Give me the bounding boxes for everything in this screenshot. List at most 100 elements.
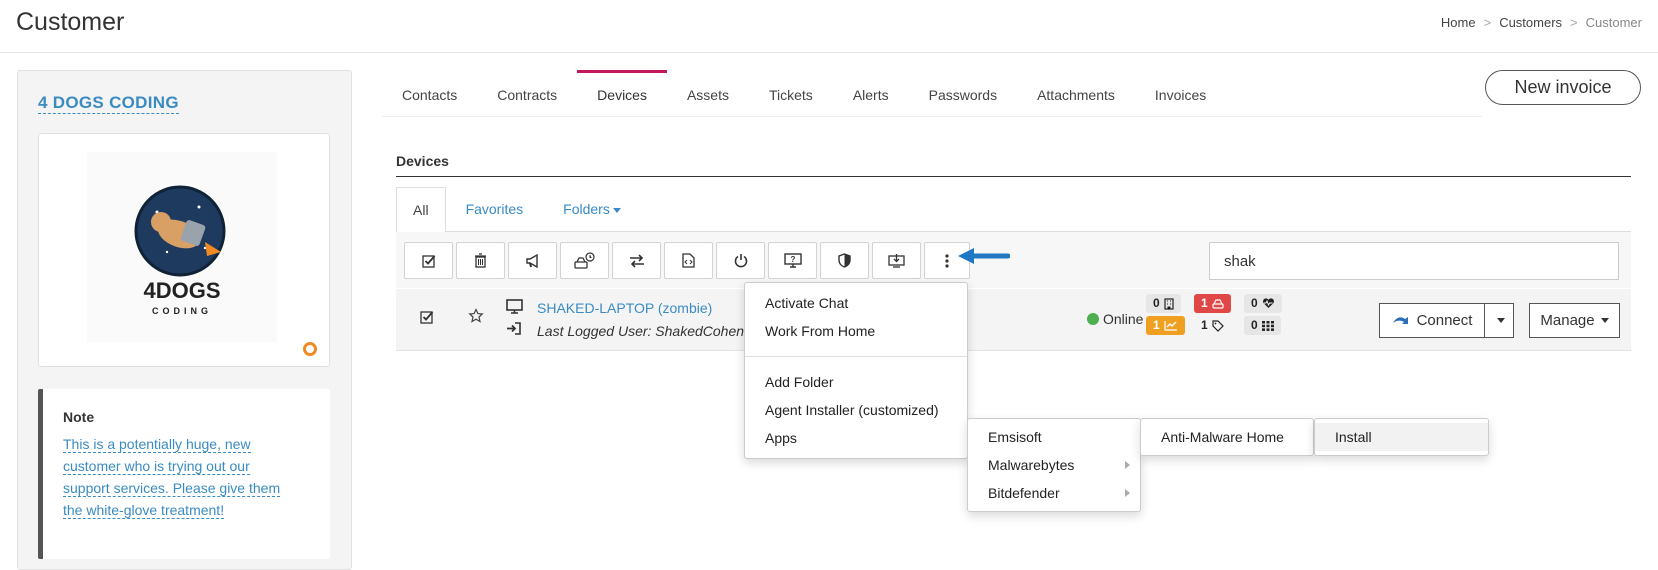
trash-icon: [475, 253, 486, 268]
menu-item-anti-malware-home[interactable]: Anti-Malware Home: [1141, 423, 1313, 451]
tab-invoices[interactable]: Invoices: [1135, 70, 1226, 117]
customer-tabs: Contacts Contracts Devices Assets Ticket…: [382, 70, 1482, 117]
menu-item-malwarebytes[interactable]: Malwarebytes: [968, 451, 1140, 479]
grid-icon: [1261, 320, 1274, 331]
remote-help-button[interactable]: ?: [768, 242, 817, 279]
apps-submenu: Emsisoft Malwarebytes Bitdefender: [967, 418, 1141, 512]
breadcrumb-separator: >: [1570, 15, 1578, 30]
select-all-icon: [421, 254, 435, 268]
install-button[interactable]: [872, 242, 921, 279]
chevron-down-icon: [612, 207, 621, 213]
breadcrumb: Home > Customers > Customer: [1441, 15, 1642, 30]
delete-button[interactable]: [456, 242, 505, 279]
customer-sidebar: 4 DOGS CODING 4DOGS CODING Note This is …: [17, 70, 352, 570]
chevron-down-icon: [1496, 318, 1505, 323]
badge-servers-count: 0: [1153, 296, 1160, 310]
emsisoft-submenu: Anti-Malware Home: [1140, 418, 1314, 456]
subtab-all[interactable]: All: [396, 187, 446, 233]
breadcrumb-customers[interactable]: Customers: [1499, 15, 1562, 30]
security-button[interactable]: [820, 242, 869, 279]
menu-item-bitdefender[interactable]: Bitdefender: [968, 479, 1140, 507]
note-text[interactable]: This is a potentially huge, new customer…: [63, 433, 298, 521]
favorite-star-icon[interactable]: [468, 308, 484, 329]
tab-attachments[interactable]: Attachments: [1017, 70, 1135, 117]
note-card: Note This is a potentially huge, new cus…: [38, 389, 330, 559]
connect-options-dropdown[interactable]: [1485, 303, 1514, 338]
tab-tickets[interactable]: Tickets: [749, 70, 833, 117]
menu-item-add-folder[interactable]: Add Folder: [745, 368, 967, 396]
desktop-icon: [506, 299, 523, 317]
manage-dropdown-button[interactable]: Manage: [1529, 303, 1620, 338]
tag-icon: [1212, 319, 1224, 332]
new-invoice-button[interactable]: New invoice: [1485, 70, 1641, 105]
broadcast-button[interactable]: [508, 242, 557, 279]
script-icon: [682, 253, 695, 268]
heading-divider: [396, 176, 1631, 177]
more-dots-icon: [945, 253, 949, 268]
menu-item-work-from-home[interactable]: Work From Home: [745, 317, 967, 345]
device-status: Online: [1087, 311, 1143, 327]
heartbeat-icon: [1262, 298, 1274, 308]
manage-label: Manage: [1540, 312, 1595, 329]
company-logo-card: 4DOGS CODING: [38, 133, 330, 367]
menu-item-agent-installer[interactable]: Agent Installer (customized): [745, 396, 967, 424]
disk-icon: [1212, 298, 1224, 309]
table-row[interactable]: SHAKED-LAPTOP (zombie) Last Logged User:…: [396, 289, 1631, 351]
subtab-folders[interactable]: Folders: [543, 187, 641, 232]
badge-apps[interactable]: 0: [1244, 316, 1281, 335]
building-icon: [1164, 297, 1174, 310]
breadcrumb-current: Customer: [1585, 15, 1642, 30]
download-install-icon: [888, 254, 905, 268]
remote-help-icon: ?: [783, 253, 802, 268]
chevron-right-icon: [1125, 489, 1130, 497]
online-status-dot: [1087, 313, 1099, 325]
connect-button-group: Connect: [1379, 303, 1514, 338]
power-button[interactable]: [716, 242, 765, 279]
device-search-input[interactable]: [1209, 242, 1619, 280]
badge-health[interactable]: 0: [1244, 294, 1282, 313]
badge-tags[interactable]: 1: [1194, 316, 1231, 335]
badge-performance[interactable]: 1: [1146, 316, 1185, 335]
tab-contacts[interactable]: Contacts: [382, 70, 477, 117]
badge-apps-count: 0: [1251, 318, 1258, 332]
chevron-right-icon: [1125, 461, 1130, 469]
select-all-button[interactable]: [404, 242, 453, 279]
transfer-button[interactable]: [612, 242, 661, 279]
menu-item-activate-chat[interactable]: Activate Chat: [745, 289, 967, 317]
checkbox-checked-icon: [420, 311, 434, 324]
chart-up-icon: [1164, 321, 1177, 331]
tab-assets[interactable]: Assets: [667, 70, 749, 117]
page-title: Customer: [16, 8, 125, 36]
disk-schedule-button[interactable]: [560, 242, 609, 279]
badge-servers[interactable]: 0: [1146, 294, 1181, 313]
subtab-folders-label: Folders: [563, 201, 610, 217]
badge-storage-alerts[interactable]: 1: [1194, 294, 1231, 313]
devices-heading: Devices: [396, 153, 449, 169]
last-logged-user: Last Logged User: ShakedCohen: [537, 323, 745, 339]
tab-contracts[interactable]: Contracts: [477, 70, 577, 117]
toolbar-buttons: ?: [404, 242, 973, 279]
note-text-content[interactable]: This is a potentially huge, new customer…: [63, 436, 281, 519]
logo-subtext: CODING: [152, 306, 212, 316]
row-select-checkbox[interactable]: [420, 310, 434, 327]
company-name[interactable]: 4 DOGS CODING: [38, 93, 179, 114]
menu-item-emsisoft[interactable]: Emsisoft: [968, 423, 1140, 451]
svg-text:?: ?: [790, 255, 795, 264]
menu-item-install[interactable]: Install: [1315, 423, 1488, 451]
connect-label: Connect: [1416, 312, 1473, 329]
tab-alerts[interactable]: Alerts: [833, 70, 909, 117]
run-script-button[interactable]: [664, 242, 713, 279]
menu-item-apps[interactable]: Apps: [745, 424, 967, 452]
status-indicator-icon: [303, 342, 317, 356]
badge-storage-count: 1: [1201, 296, 1208, 310]
malwarebytes-label: Malwarebytes: [988, 457, 1075, 473]
breadcrumb-home[interactable]: Home: [1441, 15, 1476, 30]
tab-devices[interactable]: Devices: [577, 70, 667, 117]
shield-icon: [838, 253, 851, 268]
power-icon: [734, 254, 747, 268]
device-name-link[interactable]: SHAKED-LAPTOP (zombie): [537, 300, 712, 316]
tab-passwords[interactable]: Passwords: [909, 70, 1017, 117]
subtab-favorites[interactable]: Favorites: [446, 187, 544, 232]
device-filter-tabs: All Favorites Folders: [396, 187, 1631, 233]
connect-button[interactable]: Connect: [1379, 303, 1485, 338]
